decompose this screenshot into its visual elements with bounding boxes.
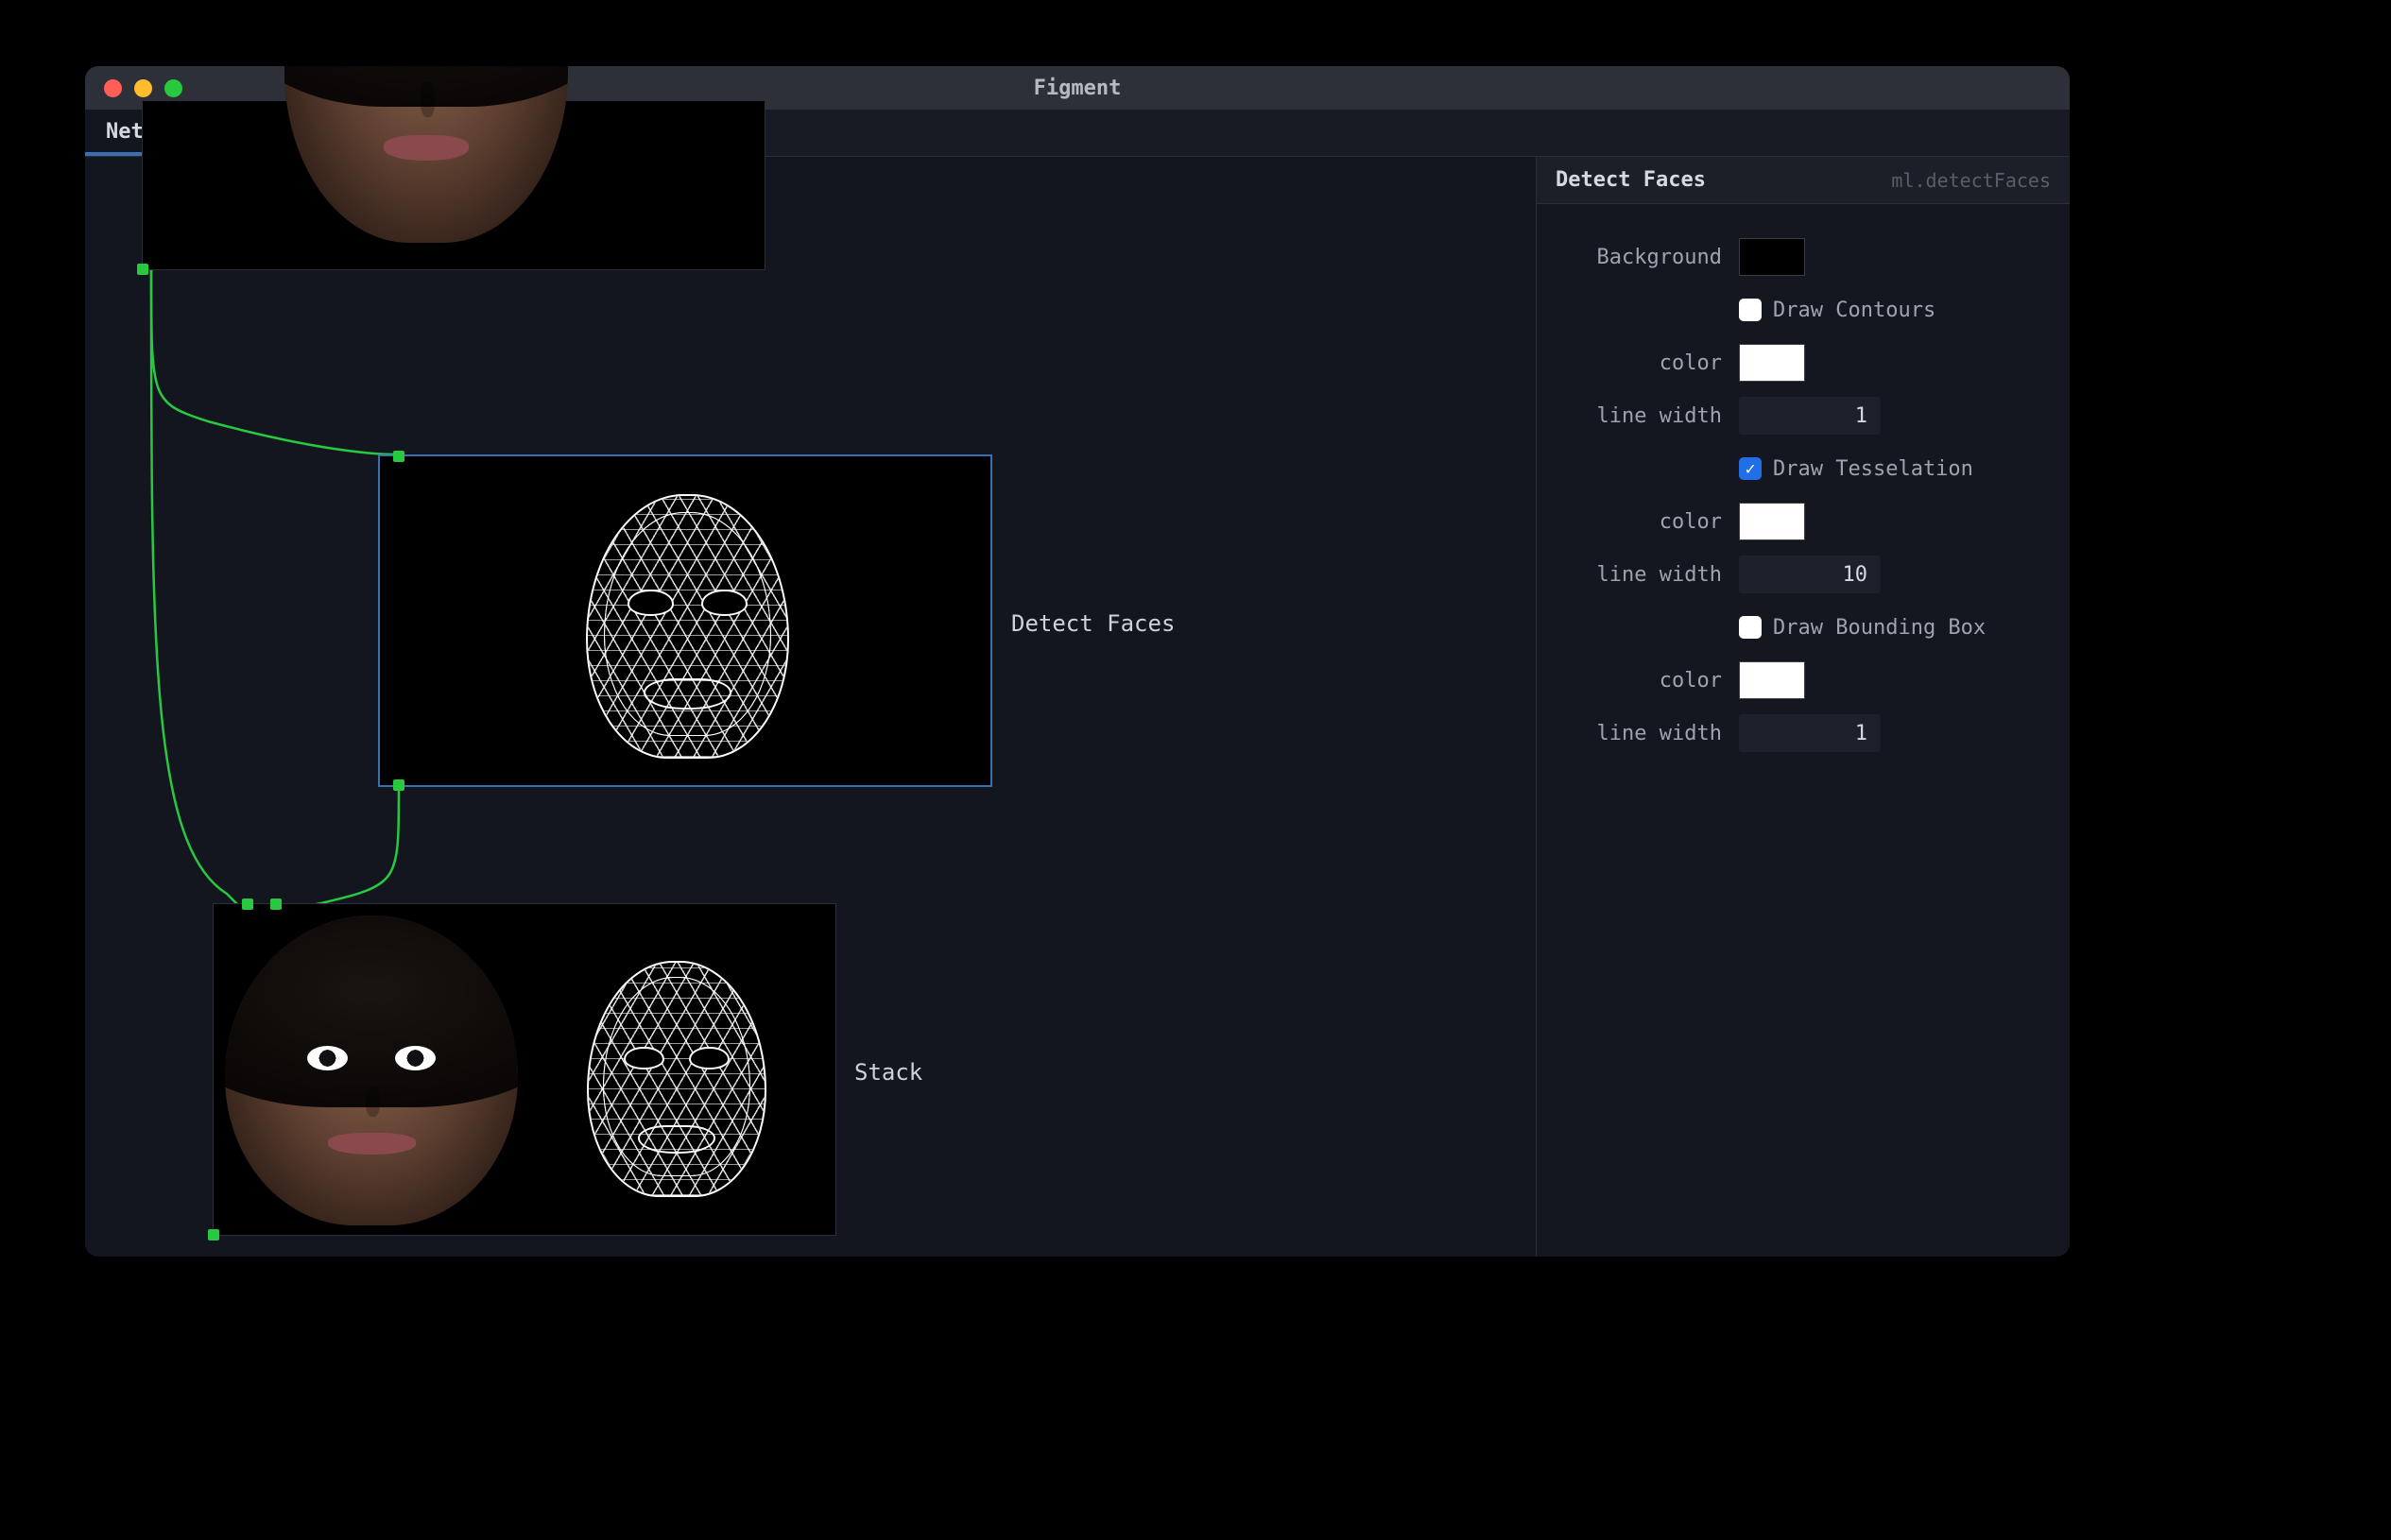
inspector-panel: Detect Faces ml.detectFaces Background D… [1536, 157, 2070, 1257]
face-image [284, 66, 568, 243]
inspector-node-path: ml.detectFaces [1891, 169, 2051, 192]
label-bbox-linewidth: line width [1561, 722, 1722, 745]
tesselation-color-swatch[interactable] [1739, 503, 1805, 540]
tesselation-line-width-field[interactable]: 10 [1739, 556, 1881, 593]
label-tesselation-linewidth: line width [1561, 563, 1722, 587]
checkbox-draw-bbox[interactable] [1739, 616, 1762, 639]
row-tesselation-linewidth: line width 10 [1561, 548, 2045, 601]
input-port-1[interactable] [242, 898, 253, 910]
contours-color-swatch[interactable] [1739, 344, 1805, 382]
row-bbox-linewidth: line width 1 [1561, 707, 2045, 760]
inspector-title: Detect Faces [1556, 168, 1706, 192]
background-color-swatch[interactable] [1739, 238, 1805, 276]
bbox-color-swatch[interactable] [1739, 661, 1805, 699]
node-label-detect-faces: Detect Faces [1011, 610, 1175, 637]
checkbox-draw-contours[interactable] [1739, 299, 1762, 321]
close-icon[interactable] [104, 79, 122, 97]
label-draw-contours: Draw Contours [1773, 299, 1935, 322]
row-bbox-color: color [1561, 654, 2045, 707]
node-detect-faces[interactable] [378, 454, 992, 787]
label-draw-tesselation: Draw Tesselation [1773, 457, 1973, 481]
label-tesselation-color: color [1561, 510, 1722, 534]
node-graph-canvas[interactable]: Detect Faces Stack [85, 157, 1536, 1257]
row-contours-color: color [1561, 336, 2045, 389]
row-draw-tesselation: ✓ Draw Tesselation [1561, 442, 2045, 495]
row-tesselation-color: color [1561, 495, 2045, 548]
inspector-body: Background Draw Contours color [1537, 204, 2070, 786]
face-image [225, 915, 518, 1225]
label-contour-color: color [1561, 351, 1722, 375]
minimize-icon[interactable] [134, 79, 152, 97]
output-port[interactable] [393, 779, 404, 791]
maximize-icon[interactable] [164, 79, 182, 97]
contours-line-width-field[interactable]: 1 [1739, 397, 1881, 435]
label-bbox-color: color [1561, 669, 1722, 693]
content-area: Detect Faces Stack [85, 157, 2070, 1257]
row-contours-linewidth: line width 1 [1561, 389, 2045, 442]
node-stack[interactable] [213, 903, 836, 1236]
checkbox-draw-tesselation[interactable]: ✓ [1739, 457, 1762, 480]
input-port[interactable] [393, 451, 404, 462]
row-background: Background [1561, 231, 2045, 283]
label-draw-bbox: Draw Bounding Box [1773, 616, 1986, 640]
output-port[interactable] [137, 264, 148, 275]
label-background: Background [1561, 246, 1722, 269]
label-contour-linewidth: line width [1561, 404, 1722, 428]
input-port-2[interactable] [270, 898, 282, 910]
node-input-image[interactable] [142, 100, 765, 270]
node-label-stack: Stack [854, 1059, 922, 1086]
inspector-header: Detect Faces ml.detectFaces [1537, 157, 2070, 204]
output-port[interactable] [208, 1229, 219, 1241]
face-mesh-preview [586, 494, 789, 759]
row-draw-bbox: Draw Bounding Box [1561, 601, 2045, 654]
bbox-line-width-field[interactable]: 1 [1739, 714, 1881, 752]
window-traffic-lights [104, 79, 182, 97]
face-mesh-preview [587, 961, 766, 1197]
row-draw-contours: Draw Contours [1561, 283, 2045, 336]
app-window: Figment Network [85, 66, 2070, 1257]
